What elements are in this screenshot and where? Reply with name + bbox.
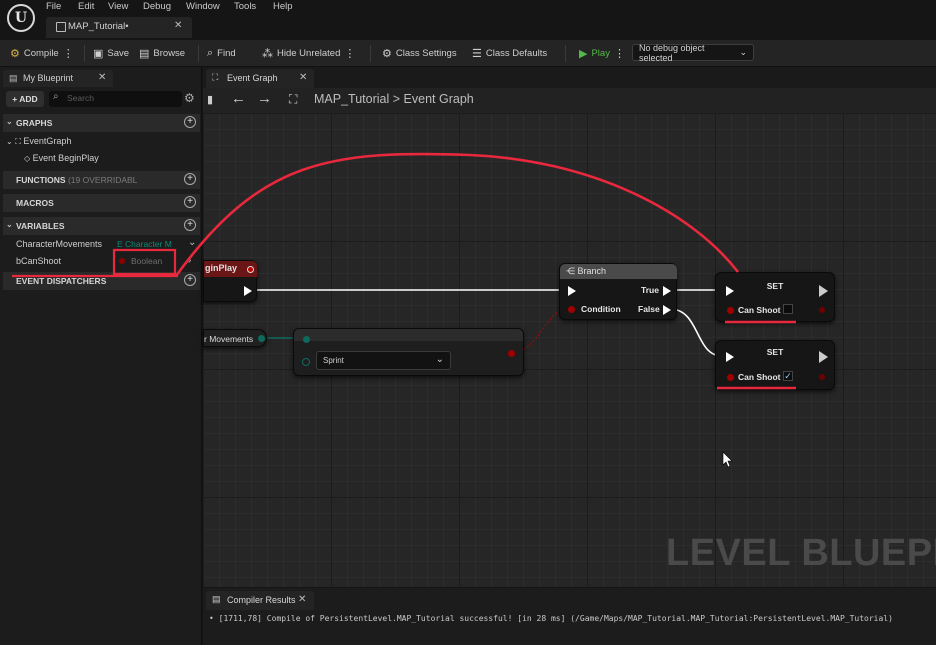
compiler-message: • [1711,78] Compile of PersistentLevel.M… <box>209 614 893 623</box>
bullet-icon: • <box>209 614 219 623</box>
compiler-message-text: [1711,78] Compile of PersistentLevel.MAP… <box>218 614 893 623</box>
tab-compiler-results-label: Compiler Results <box>227 595 296 605</box>
close-icon[interactable]: ✕ <box>298 594 306 605</box>
tab-compiler-results[interactable]: ▤ Compiler Results ✕ <box>206 591 314 610</box>
annotation-arc <box>174 152 740 277</box>
annotation-overlay <box>12 152 796 390</box>
results-icon: ▤ <box>212 594 221 604</box>
annotation-box <box>112 248 177 276</box>
